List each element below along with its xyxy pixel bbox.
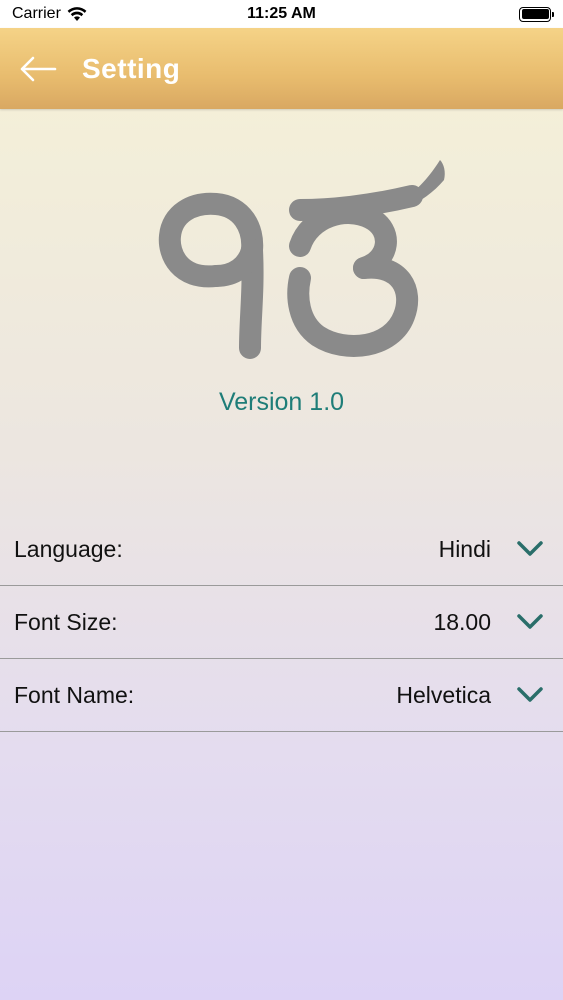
setting-value: Helvetica	[396, 681, 491, 708]
back-button[interactable]	[8, 39, 68, 99]
status-bar: Carrier 11:25 AM	[0, 0, 563, 28]
chevron-down-icon[interactable]	[515, 685, 545, 705]
setting-row-language[interactable]: Language: Hindi	[0, 513, 563, 586]
navigation-bar: Setting	[0, 28, 563, 109]
setting-label: Font Size:	[14, 608, 118, 635]
carrier-label: Carrier	[12, 5, 61, 22]
settings-list: Language: Hindi Font Size: 18.00 Font Na…	[0, 513, 563, 732]
status-left: Carrier	[12, 5, 87, 23]
setting-label: Language:	[14, 535, 123, 562]
version-label: Version 1.0	[218, 388, 345, 416]
battery-icon	[519, 6, 554, 22]
setting-row-font-name[interactable]: Font Name: Helvetica	[0, 659, 563, 732]
chevron-down-icon[interactable]	[515, 539, 545, 559]
setting-row-font-size[interactable]: Font Size: 18.00	[0, 586, 563, 659]
setting-label: Font Name:	[14, 681, 135, 708]
chevron-down-icon[interactable]	[515, 612, 545, 632]
arrow-left-icon	[20, 56, 57, 81]
ik-onkar-icon	[158, 160, 445, 359]
setting-value: Hindi	[438, 535, 491, 562]
setting-value: 18.00	[433, 608, 491, 635]
battery-fill	[521, 9, 549, 19]
wifi-icon	[67, 6, 87, 21]
page-title: Setting	[82, 52, 181, 84]
